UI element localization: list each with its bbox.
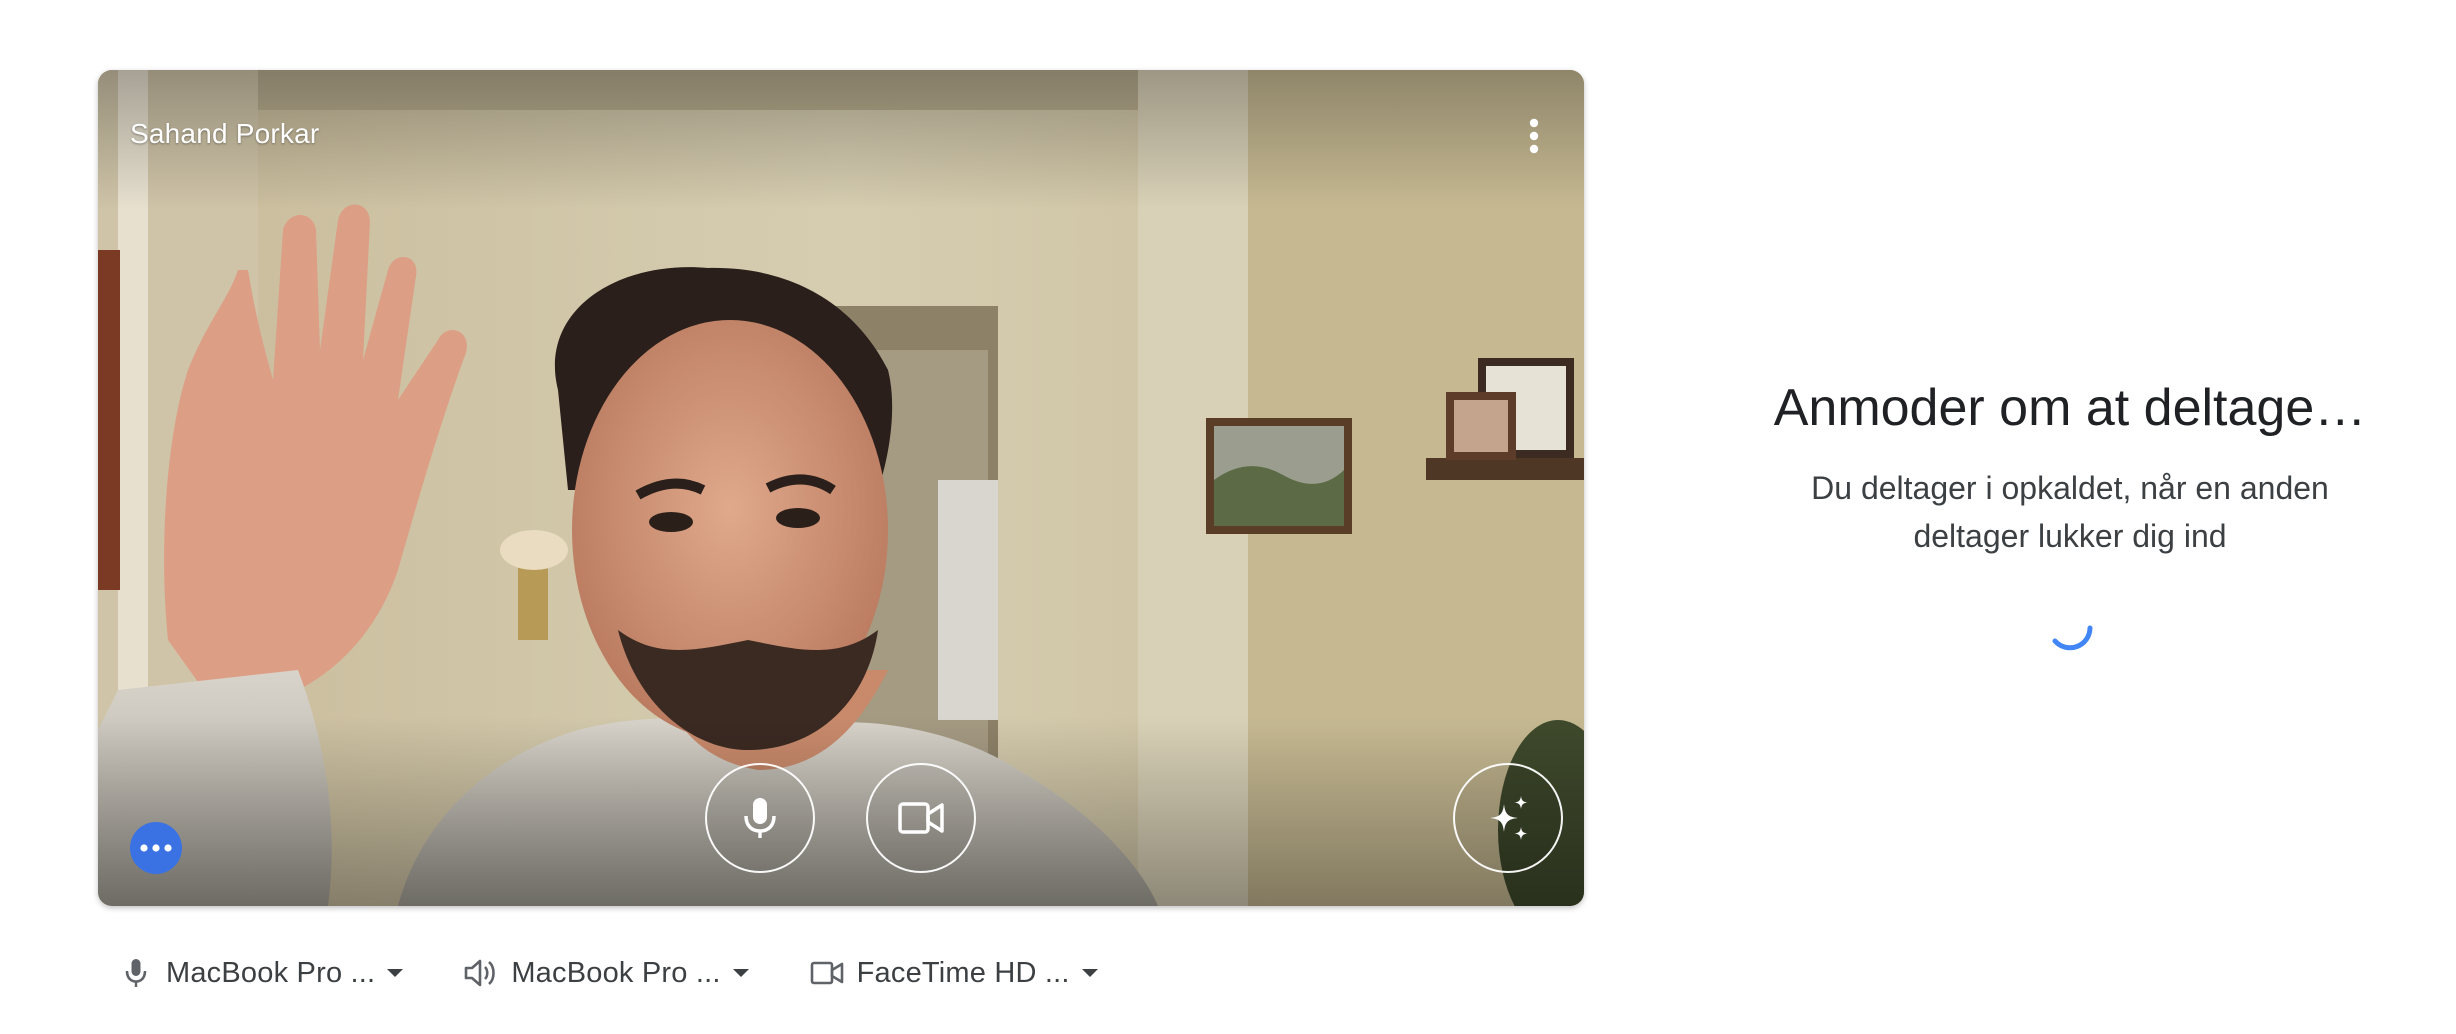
participant-name-label: Sahand Porkar (130, 118, 320, 149)
camera-toggle-button[interactable] (866, 763, 976, 873)
microphone-selector[interactable]: MacBook Pro ... (118, 948, 404, 998)
more-options-button[interactable] (1514, 114, 1554, 158)
volume-icon (463, 955, 499, 991)
camera-selector[interactable]: FaceTime HD ... (809, 948, 1098, 998)
join-status-title: Anmoder om at deltage… (1773, 379, 2367, 437)
top-gradient-overlay (98, 70, 1584, 210)
sparkle-icon (1490, 796, 1528, 840)
self-video-preview: Sahand Porkar (98, 70, 1584, 906)
more-actions-button[interactable] (130, 822, 182, 874)
mic-icon (744, 798, 776, 838)
join-status-message: Du deltager i opkaldet, når en anden del… (1811, 470, 2329, 554)
dropdown-arrow-icon (387, 969, 404, 977)
join-status-panel: Anmoder om at deltage… Du deltager i opk… (1700, 370, 2440, 656)
speaker-selector[interactable]: MacBook Pro ... (463, 948, 749, 998)
microphone-selector-label: MacBook Pro ... (166, 956, 376, 989)
mic-outline-icon (118, 955, 154, 991)
loading-spinner-icon (2042, 600, 2098, 656)
videocam-outline-icon (809, 955, 845, 991)
dropdown-arrow-icon (732, 969, 749, 977)
dropdown-arrow-icon (1081, 969, 1098, 977)
device-selectors: MacBook Pro ... MacBook Pro ... FaceTime… (118, 948, 1158, 998)
bottom-gradient-overlay (98, 716, 1584, 906)
more-horiz-icon (140, 844, 172, 852)
camera-selector-label: FaceTime HD ... (856, 956, 1070, 989)
microphone-toggle-button[interactable] (705, 763, 815, 873)
speaker-selector-label: MacBook Pro ... (511, 956, 721, 989)
meeting-lobby: Sahand Porkar MacBook Pro ... MacBook Pr… (0, 0, 2456, 1034)
visual-effects-button[interactable] (1453, 763, 1563, 873)
more-vert-icon (1529, 118, 1539, 154)
videocam-icon (898, 802, 944, 834)
